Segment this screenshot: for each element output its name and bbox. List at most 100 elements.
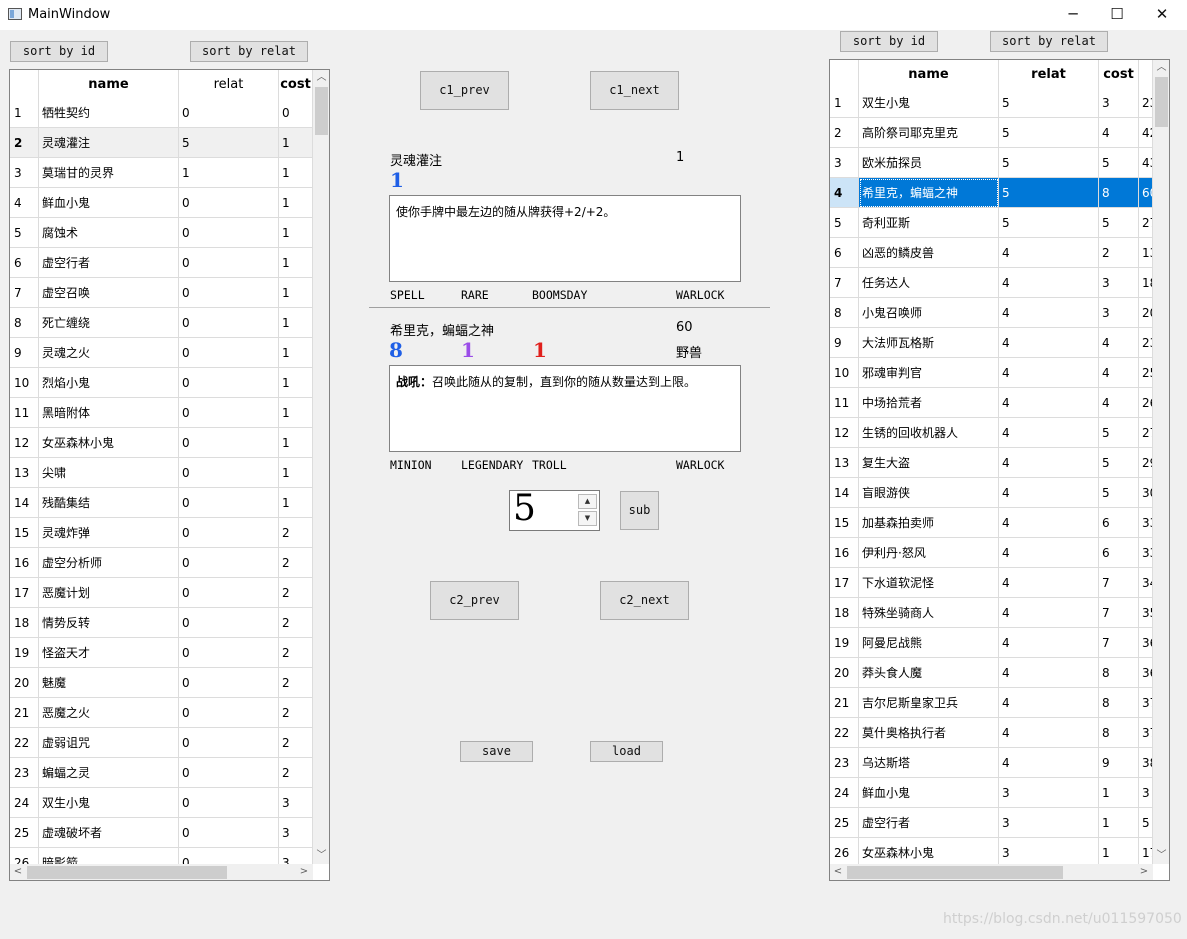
cell-cost[interactable]: 2 <box>279 638 313 668</box>
cell-name[interactable]: 双生小鬼 <box>859 88 999 118</box>
cell-id[interactable]: 26 <box>1139 388 1153 418</box>
table-row[interactable]: 22莫什奥格执行者4837 <box>830 718 1153 748</box>
spin-down-icon[interactable]: ▼ <box>578 511 597 526</box>
cell-relat[interactable]: 0 <box>179 218 279 248</box>
cell-cost[interactable]: 2 <box>279 728 313 758</box>
row-index[interactable]: 6 <box>830 238 859 268</box>
table-row[interactable]: 21吉尔尼斯皇家卫兵4837 <box>830 688 1153 718</box>
scroll-thumb[interactable] <box>315 87 328 135</box>
cell-relat[interactable]: 4 <box>999 238 1099 268</box>
table-row[interactable]: 23 蝙蝠之灵 0 2 <box>10 758 313 788</box>
cell-name[interactable]: 虚空分析师 <box>39 548 179 578</box>
cell-cost[interactable]: 8 <box>1099 178 1139 208</box>
c1-next-button[interactable]: c1_next <box>590 71 679 110</box>
right-sort-by-id-button[interactable]: sort by id <box>840 31 938 52</box>
cell-cost[interactable]: 3 <box>1099 268 1139 298</box>
row-index[interactable]: 12 <box>10 428 39 458</box>
cell-name[interactable]: 莽头食人魔 <box>859 658 999 688</box>
row-index[interactable]: 8 <box>10 308 39 338</box>
cell-name[interactable]: 怪盗天才 <box>39 638 179 668</box>
cell-relat[interactable]: 0 <box>179 668 279 698</box>
table-row[interactable]: 9大法师瓦格斯4423 <box>830 328 1153 358</box>
row-index[interactable]: 16 <box>830 538 859 568</box>
table-row[interactable]: 3欧米茄探员5543 <box>830 148 1153 178</box>
row-index[interactable]: 9 <box>10 338 39 368</box>
cell-cost[interactable]: 5 <box>1099 208 1139 238</box>
cell-relat[interactable]: 0 <box>179 458 279 488</box>
cell-name[interactable]: 凶恶的鳞皮兽 <box>859 238 999 268</box>
table-row[interactable]: 12生锈的回收机器人4527 <box>830 418 1153 448</box>
cell-relat[interactable]: 5 <box>999 208 1099 238</box>
cell-id[interactable]: 37 <box>1139 688 1153 718</box>
row-index[interactable]: 24 <box>10 788 39 818</box>
header-relat[interactable]: relat <box>179 70 279 98</box>
cell-relat[interactable]: 4 <box>999 658 1099 688</box>
cell-cost[interactable]: 1 <box>1099 808 1139 838</box>
row-index[interactable]: 12 <box>830 418 859 448</box>
cell-name[interactable]: 奇利亚斯 <box>859 208 999 238</box>
cell-relat[interactable]: 4 <box>999 628 1099 658</box>
table-row[interactable]: 23乌达斯塔4938 <box>830 748 1153 778</box>
row-index[interactable]: 3 <box>10 158 39 188</box>
scroll-up-icon[interactable]: ︿ <box>1153 61 1169 75</box>
cell-name[interactable]: 恶魔计划 <box>39 578 179 608</box>
cell-relat[interactable]: 4 <box>999 718 1099 748</box>
table-row[interactable]: 3 莫瑞甘的灵界 1 1 <box>10 158 313 188</box>
cell-id[interactable]: 35 <box>1139 598 1153 628</box>
cell-cost[interactable]: 1 <box>279 428 313 458</box>
cell-relat[interactable]: 0 <box>179 518 279 548</box>
cell-cost[interactable]: 1 <box>279 488 313 518</box>
cell-cost[interactable]: 1 <box>279 188 313 218</box>
cell-relat[interactable]: 0 <box>179 368 279 398</box>
row-index[interactable]: 4 <box>10 188 39 218</box>
table-row[interactable]: 24 鲜血小鬼 3 1 3 <box>830 778 1153 808</box>
cell-relat[interactable]: 4 <box>999 478 1099 508</box>
cell-cost[interactable]: 5 <box>1099 478 1139 508</box>
cell-id[interactable]: 42 <box>1139 118 1153 148</box>
row-index[interactable]: 8 <box>830 298 859 328</box>
cell-id[interactable]: 29 <box>1139 448 1153 478</box>
cell-relat[interactable]: 4 <box>999 538 1099 568</box>
cell-id[interactable]: 33 <box>1139 508 1153 538</box>
table-row[interactable]: 1 牺牲契约 0 0 <box>10 98 313 128</box>
cell-name[interactable]: 中场拾荒者 <box>859 388 999 418</box>
spin-up-icon[interactable]: ▲ <box>578 494 597 509</box>
row-index[interactable]: 7 <box>830 268 859 298</box>
row-index[interactable]: 20 <box>830 658 859 688</box>
cell-id[interactable]: 38 <box>1139 748 1153 778</box>
row-index[interactable]: 4 <box>830 178 859 208</box>
row-index[interactable]: 20 <box>10 668 39 698</box>
cell-relat[interactable]: 5 <box>999 88 1099 118</box>
cell-relat[interactable]: 4 <box>999 298 1099 328</box>
cell-cost[interactable]: 1 <box>279 368 313 398</box>
row-index[interactable]: 2 <box>830 118 859 148</box>
table-row[interactable]: 20莽头食人魔4836 <box>830 658 1153 688</box>
cell-relat[interactable]: 0 <box>179 638 279 668</box>
cell-id[interactable]: 25 <box>1139 358 1153 388</box>
cell-name[interactable]: 蝙蝠之灵 <box>39 758 179 788</box>
maximize-icon[interactable]: ☐ <box>1094 0 1140 30</box>
right-horizontal-scrollbar[interactable]: < > <box>830 864 1153 880</box>
header-extra[interactable] <box>1139 60 1153 88</box>
cell-name[interactable]: 虚弱诅咒 <box>39 728 179 758</box>
cell-name[interactable]: 魅魔 <box>39 668 179 698</box>
table-row[interactable]: 11 黑暗附体 0 1 <box>10 398 313 428</box>
cell-cost[interactable]: 1 <box>1099 778 1139 808</box>
table-row[interactable]: 19 怪盗天才 0 2 <box>10 638 313 668</box>
cell-relat[interactable]: 4 <box>999 508 1099 538</box>
cell-id[interactable]: 18 <box>1139 268 1153 298</box>
cell-cost[interactable]: 2 <box>279 698 313 728</box>
row-index[interactable]: 15 <box>10 518 39 548</box>
cell-cost[interactable]: 7 <box>1099 598 1139 628</box>
cell-id[interactable]: 5 <box>1139 808 1153 838</box>
cell-relat[interactable]: 4 <box>999 418 1099 448</box>
table-row[interactable]: 6凶恶的鳞皮兽4213 <box>830 238 1153 268</box>
cell-name[interactable]: 下水道软泥怪 <box>859 568 999 598</box>
c2-next-button[interactable]: c2_next <box>600 581 689 620</box>
cell-id[interactable]: 20 <box>1139 298 1153 328</box>
table-row[interactable]: 14盲眼游侠4530 <box>830 478 1153 508</box>
table-row[interactable]: 19阿曼尼战熊4736 <box>830 628 1153 658</box>
cell-name[interactable]: 加基森拍卖师 <box>859 508 999 538</box>
cell-name[interactable]: 虚空行者 <box>39 248 179 278</box>
cell-id[interactable]: 36 <box>1139 628 1153 658</box>
